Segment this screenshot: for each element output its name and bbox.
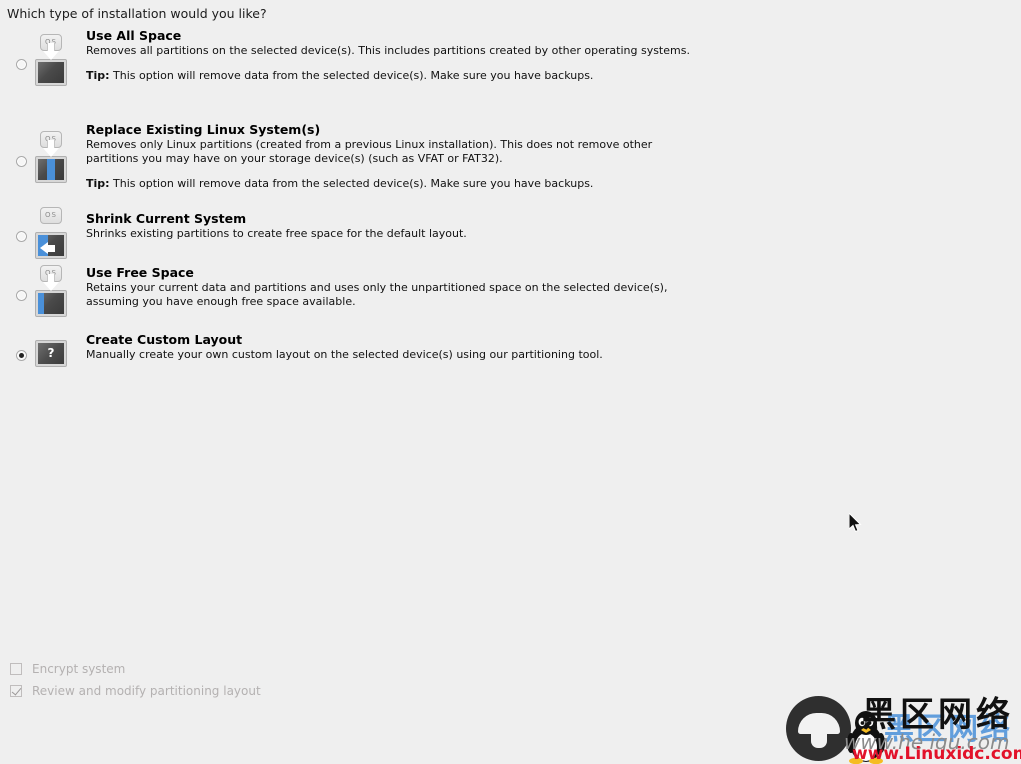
tip-label: Tip: <box>86 177 110 190</box>
option-title: Create Custom Layout <box>86 332 243 347</box>
watermark-chinese-text: 黑区网络 <box>862 695 1014 735</box>
option-title: Replace Existing Linux System(s) <box>86 122 321 137</box>
radio-create-custom-layout[interactable] <box>16 350 27 361</box>
option-use-free-space[interactable]: OS Use Free Space Retains your current d… <box>0 265 1021 332</box>
checkbox-label-review-modify-partitioning: Review and modify partitioning layout <box>32 684 261 698</box>
watermark-overlay: 黑区网络 黑区网络 www.he iqu.com www.Linuxidc.co… <box>786 693 1021 764</box>
page-title: Which type of installation would you lik… <box>7 6 267 21</box>
tip-text: This option will remove data from the se… <box>113 69 594 82</box>
installation-options-checkbox-group: Encrypt system Review and modify partiti… <box>10 658 261 702</box>
option-title: Use All Space <box>86 28 182 43</box>
checkbox-review-modify-partitioning[interactable] <box>10 685 22 697</box>
question-mark-label: ? <box>38 343 64 364</box>
checkbox-encrypt-system[interactable] <box>10 663 22 675</box>
installation-type-option-list: OS Use All Space Removes all partitions … <box>0 28 1021 386</box>
option-replace-existing-linux[interactable]: OS Replace Existing Linux System(s) Remo… <box>0 122 1021 211</box>
option-tip: Tip: This option will remove data from t… <box>86 69 696 83</box>
mushroom-logo-icon <box>786 696 851 761</box>
watermark-chinese-text-blue: 黑区网络 <box>884 712 1012 747</box>
disk-graphic <box>35 59 67 86</box>
radio-shrink-current-system[interactable] <box>16 231 27 242</box>
disk-graphic: ? <box>35 340 67 367</box>
option-tip: Tip: This option will remove data from t… <box>86 177 696 191</box>
watermark-url-gray: www.he iqu.com <box>844 730 1010 754</box>
watermark-url-red: www.Linuxidc.com <box>852 744 1021 764</box>
disk-shrink-icon: OS <box>34 207 68 259</box>
disk-free-space-icon: OS <box>34 265 68 317</box>
tux-penguin-icon <box>847 711 885 764</box>
radio-use-free-space[interactable] <box>16 290 27 301</box>
option-title: Shrink Current System <box>86 211 247 226</box>
tip-label: Tip: <box>86 69 110 82</box>
disk-replace-linux-icon: OS <box>34 131 68 183</box>
mouse-cursor <box>849 513 862 533</box>
option-create-custom-layout[interactable]: ? Create Custom Layout Manually create y… <box>0 332 1021 386</box>
option-description: Removes only Linux partitions (created f… <box>86 138 653 165</box>
option-description: Manually create your own custom layout o… <box>86 348 603 361</box>
option-description: Shrinks existing partitions to create fr… <box>86 227 467 240</box>
disk-graphic <box>35 290 67 317</box>
option-title: Use Free Space <box>86 265 194 280</box>
option-description: Removes all partitions on the selected d… <box>86 44 690 57</box>
radio-use-all-space[interactable] <box>16 59 27 70</box>
checkbox-row-encrypt-system[interactable]: Encrypt system <box>10 658 261 680</box>
option-use-all-space[interactable]: OS Use All Space Removes all partitions … <box>0 28 1021 122</box>
option-shrink-current-system[interactable]: OS Shrink Current System Shrinks existin… <box>0 207 1021 265</box>
os-badge-label: OS <box>40 207 62 224</box>
disk-graphic <box>35 156 67 183</box>
option-description: Retains your current data and partitions… <box>86 281 668 308</box>
radio-replace-existing-linux[interactable] <box>16 156 27 167</box>
disk-graphic <box>35 232 67 259</box>
disk-erase-all-icon: OS <box>34 34 68 86</box>
disk-custom-layout-icon: ? <box>34 332 68 372</box>
checkbox-label-encrypt-system: Encrypt system <box>32 662 126 676</box>
tip-text: This option will remove data from the se… <box>113 177 594 190</box>
checkbox-row-review-modify-partitioning[interactable]: Review and modify partitioning layout <box>10 680 261 702</box>
